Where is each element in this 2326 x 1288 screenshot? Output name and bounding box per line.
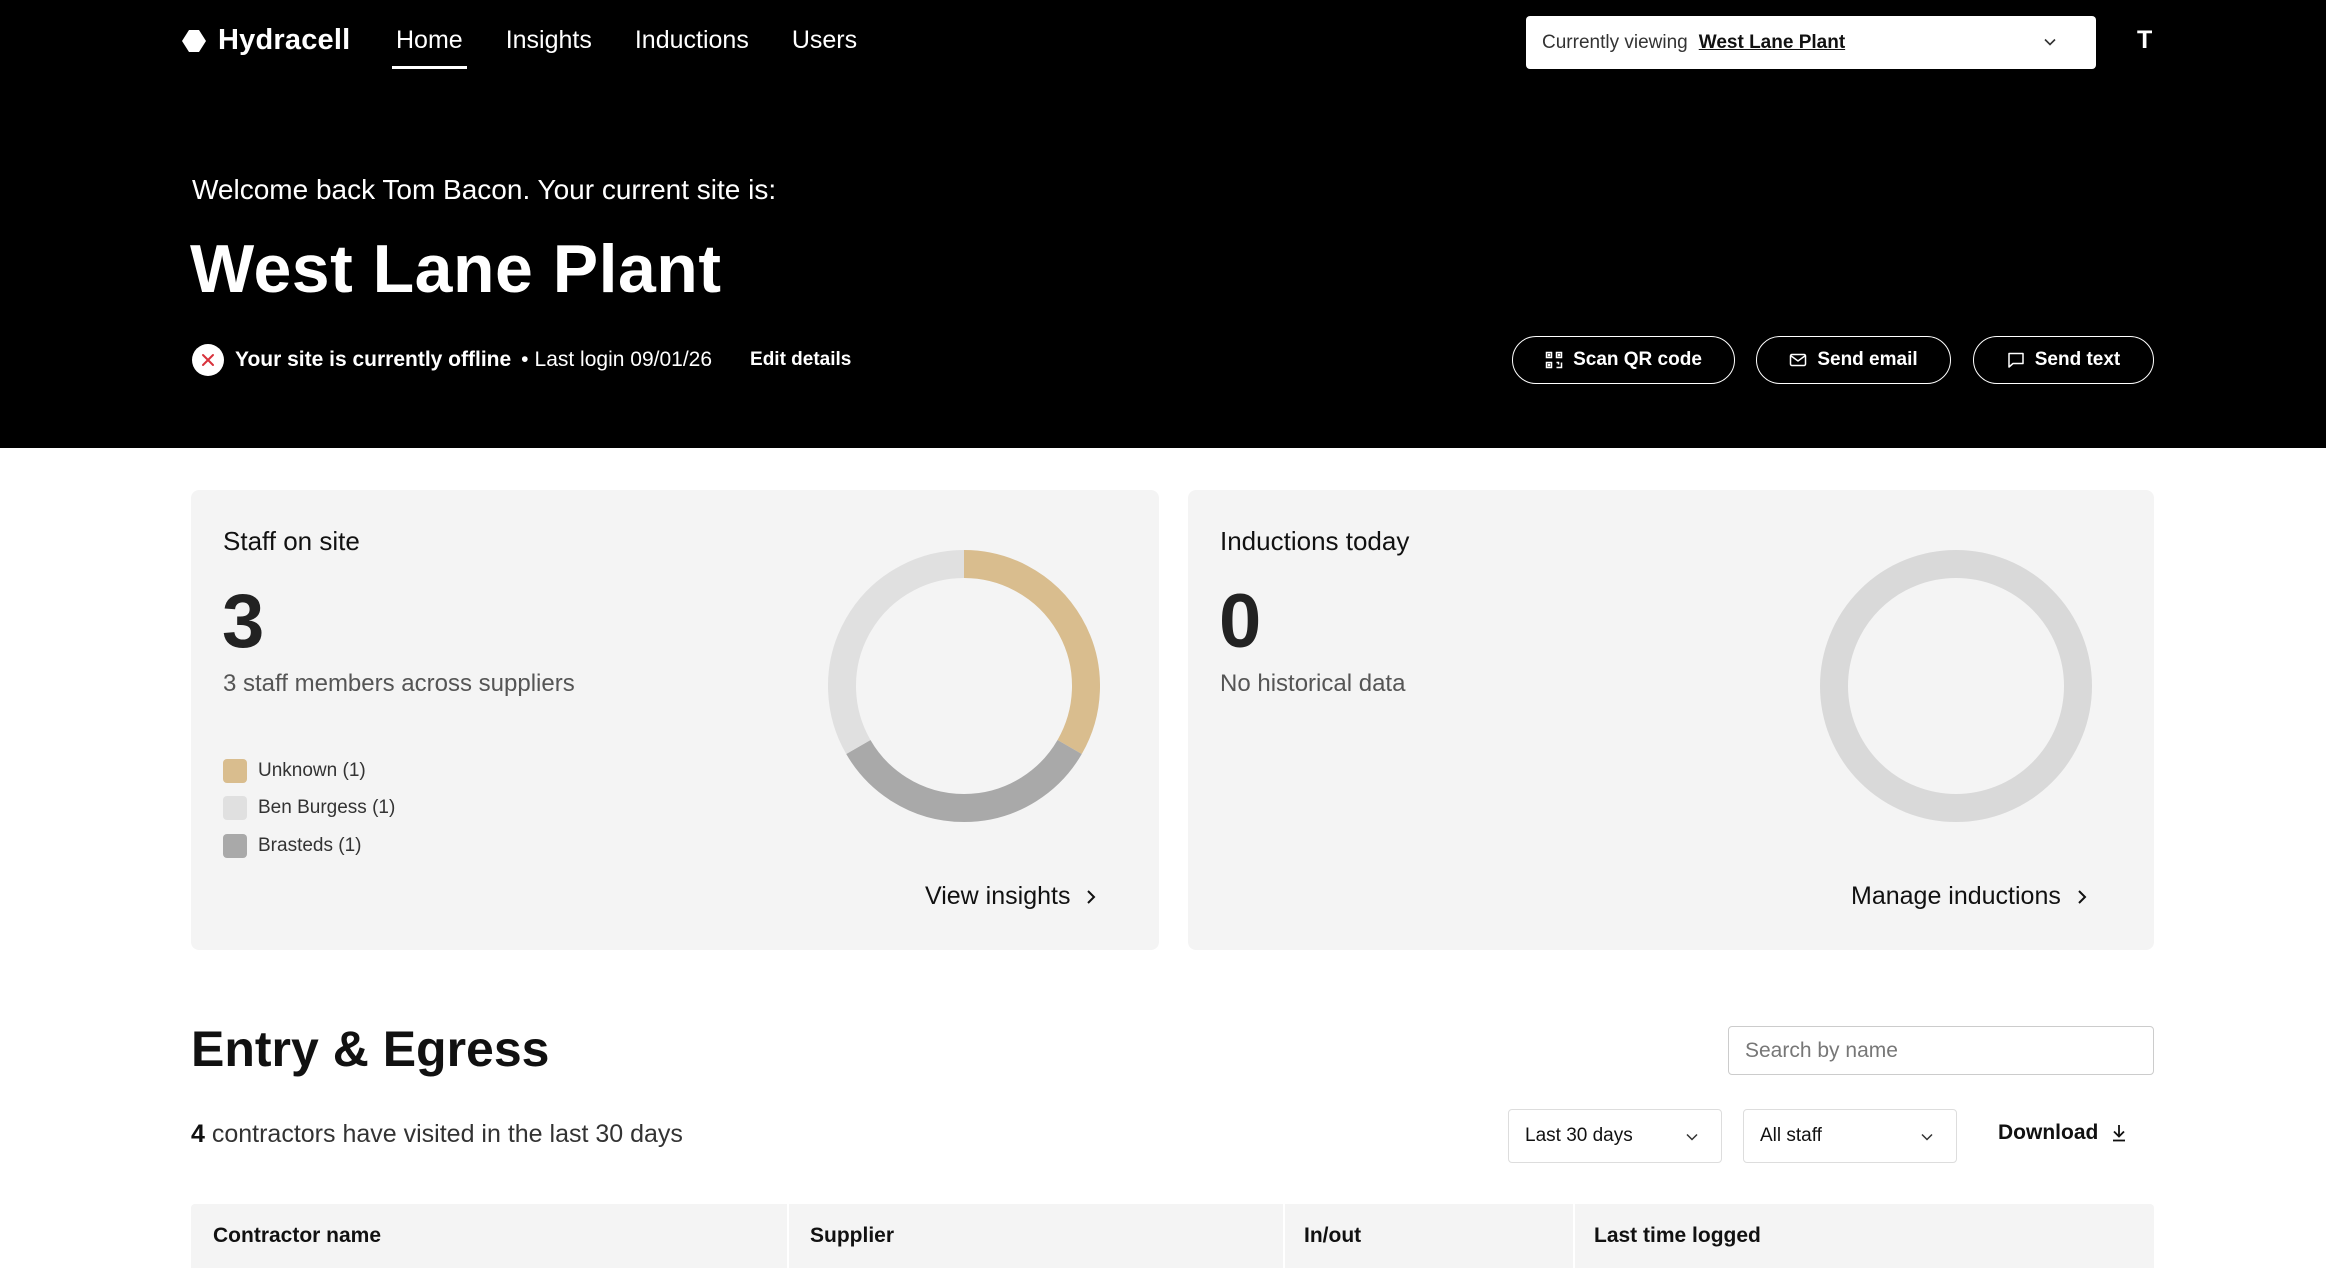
contractor-count: 4 contractors have visited in the last 3… — [191, 1120, 683, 1149]
page-title: West Lane Plant — [190, 231, 722, 307]
download-button[interactable]: Download — [1998, 1121, 2128, 1145]
hexagon-logo-icon — [182, 29, 206, 52]
column-divider — [787, 1204, 789, 1268]
legend-label: Ben Burgess (1) — [258, 797, 396, 819]
inductions-card-title: Inductions today — [1220, 526, 1410, 556]
hero-header: Hydracell Home Insights Inductions Users… — [0, 0, 2326, 448]
site-selector-dropdown[interactable]: Currently viewing West Lane Plant — [1526, 16, 2096, 69]
separator-dot: • — [521, 348, 529, 371]
last-login: Last login 09/01/26 — [534, 348, 713, 371]
manage-inductions-label: Manage inductions — [1851, 882, 2061, 910]
contractor-count-number: 4 — [191, 1120, 205, 1148]
column-header-in-out[interactable]: In/out — [1304, 1224, 1361, 1248]
column-header-contractor-name[interactable]: Contractor name — [213, 1224, 381, 1248]
search-input[interactable] — [1728, 1026, 2154, 1075]
send-text-label: Send text — [2034, 349, 2121, 370]
inductions-today-card: Inductions today 0 No historical data Ma… — [1188, 490, 2154, 950]
chevron-down-icon — [2044, 38, 2056, 46]
chevron-down-icon — [1921, 1133, 1933, 1141]
chevron-down-icon — [1686, 1133, 1698, 1141]
nav-item-insights[interactable]: Insights — [506, 26, 592, 63]
staff-subtitle: 3 staff members across suppliers — [223, 670, 575, 697]
empty-donut-ring — [1820, 550, 2092, 822]
donut-slice — [846, 739, 1082, 822]
legend-swatch — [223, 758, 247, 783]
view-insights-label: View insights — [925, 882, 1071, 910]
column-header-last-time-logged[interactable]: Last time logged — [1594, 1224, 1761, 1248]
donut-slice — [828, 550, 965, 754]
column-divider — [1573, 1204, 1575, 1268]
staff-card-title: Staff on site — [223, 526, 360, 556]
send-text-button[interactable]: Send text — [1973, 336, 2154, 384]
edit-details-button[interactable]: Edit details — [750, 349, 851, 371]
entry-egress-title: Entry & Egress — [191, 1021, 550, 1077]
scan-qr-code-button[interactable]: Scan QR code — [1512, 336, 1735, 384]
legend-item: Ben Burgess (1) — [223, 790, 395, 828]
donut-slice — [963, 550, 1100, 754]
qr-code-icon — [1545, 351, 1563, 369]
legend-swatch — [223, 796, 247, 821]
legend-item: Unknown (1) — [223, 752, 395, 790]
chevron-right-icon — [2078, 889, 2087, 904]
staff-filter-dropdown[interactable]: All staff — [1743, 1109, 1957, 1163]
download-icon — [2113, 1125, 2126, 1142]
status-text: Your site is currently offline — [235, 348, 512, 371]
column-header-supplier[interactable]: Supplier — [810, 1224, 894, 1248]
site-selector-label: Currently viewing — [1542, 31, 1688, 53]
app-logo[interactable]: Hydracell — [182, 24, 350, 57]
legend-label: Brasteds (1) — [258, 834, 362, 856]
nav-item-users[interactable]: Users — [792, 26, 857, 63]
welcome-message: Welcome back Tom Bacon. Your current sit… — [192, 174, 777, 205]
send-email-label: Send email — [1817, 349, 1918, 370]
staff-donut-chart — [828, 550, 1100, 822]
staff-filter-value: All staff — [1760, 1125, 1822, 1146]
chevron-right-icon — [1087, 889, 1096, 904]
nav-item-home[interactable]: Home — [392, 26, 467, 69]
user-avatar[interactable]: T — [2137, 26, 2152, 55]
download-label: Download — [1998, 1121, 2099, 1144]
mail-icon — [1790, 353, 1807, 367]
staff-count: 3 — [222, 579, 265, 664]
contractor-count-text: contractors have visited in the last 30 … — [204, 1120, 683, 1148]
send-email-button[interactable]: Send email — [1756, 336, 1951, 384]
app-name: Hydracell — [218, 24, 351, 56]
legend-swatch — [223, 833, 247, 858]
period-filter-value: Last 30 days — [1525, 1125, 1633, 1146]
inductions-donut-chart — [1820, 550, 2092, 822]
column-divider — [1283, 1204, 1285, 1268]
staff-on-site-card: Staff on site 3 3 staff members across s… — [191, 490, 1159, 950]
legend-label: Unknown (1) — [258, 759, 366, 781]
inductions-count: 0 — [1219, 579, 1262, 664]
manage-inductions-link[interactable]: Manage inductions — [1851, 882, 2089, 911]
site-selector-value: West Lane Plant — [1698, 31, 1846, 53]
site-status: Your site is currently offline • Last lo… — [192, 344, 851, 376]
message-icon — [2007, 352, 2024, 368]
period-filter-dropdown[interactable]: Last 30 days — [1508, 1109, 1722, 1163]
view-insights-link[interactable]: View insights — [925, 882, 1098, 911]
main-nav: Home Insights Inductions Users — [392, 26, 900, 69]
table-header: Contractor name Supplier In/out Last tim… — [191, 1204, 2154, 1268]
nav-item-inductions[interactable]: Inductions — [635, 26, 749, 63]
staff-legend: Unknown (1) Ben Burgess (1) Brasteds (1) — [223, 752, 395, 865]
scan-qr-code-label: Scan QR code — [1573, 349, 1702, 370]
inductions-subtitle: No historical data — [1220, 670, 1406, 697]
close-circle-icon — [192, 344, 224, 376]
legend-item: Brasteds (1) — [223, 827, 395, 865]
